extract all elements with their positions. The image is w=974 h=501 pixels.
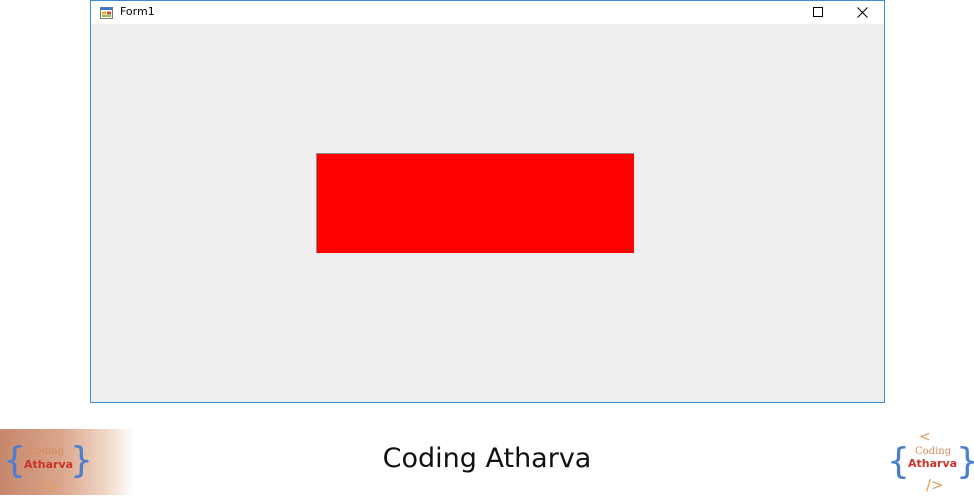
logo-tag-open: <	[919, 429, 931, 445]
app-icon[interactable]	[100, 6, 113, 19]
logo-coding-text: Coding	[915, 446, 952, 457]
logo-right: < { } Coding Atharva />	[884, 429, 974, 495]
window-title: Form1	[120, 5, 155, 18]
form-client-area	[91, 24, 884, 402]
logo-atharva-text: Atharva	[908, 457, 957, 470]
maximize-icon	[812, 7, 823, 17]
logo-brace-open: {	[887, 441, 910, 482]
title-bar[interactable]: Form1	[91, 1, 884, 24]
logo-tag-close: />	[926, 476, 944, 494]
close-button[interactable]	[840, 1, 884, 24]
red-panel[interactable]	[316, 153, 634, 253]
close-icon	[856, 7, 868, 18]
form-window: Form1	[90, 0, 885, 403]
logo-tag-close: />	[42, 478, 60, 495]
maximize-button[interactable]	[796, 1, 840, 24]
brand-caption: Coding Atharva	[382, 443, 592, 474]
logo-brace-close: }	[956, 441, 974, 482]
